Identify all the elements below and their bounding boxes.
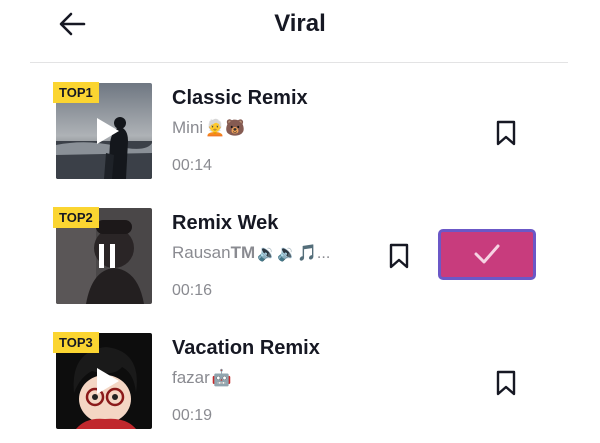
track-title: Classic Remix	[172, 87, 308, 109]
use-sound-button[interactable]	[438, 229, 536, 280]
track-duration: 00:19	[172, 407, 213, 424]
pause-icon[interactable]	[93, 241, 121, 271]
bookmark-icon[interactable]	[495, 370, 517, 396]
rank-badge: TOP3	[53, 332, 99, 353]
track-title: Remix Wek	[172, 212, 279, 234]
rank-badge: TOP2	[53, 207, 99, 228]
header-divider	[30, 62, 568, 63]
track-artist: Mini 🧑‍🦳🐻	[172, 118, 245, 138]
page-title: Viral	[274, 10, 326, 37]
track-row[interactable]: TOP1 Classic Remix Mini 🧑‍🦳🐻 00:14	[0, 82, 600, 193]
artist-emoji: 🔉🔉🎵...	[257, 245, 331, 262]
track-artist: fazar 🤖	[172, 368, 232, 388]
rank-badge: TOP1	[53, 82, 99, 103]
track-title: Vacation Remix	[172, 337, 320, 359]
artist-name: Rausan	[172, 243, 231, 262]
play-icon[interactable]	[93, 366, 121, 396]
track-duration: 00:14	[172, 157, 213, 174]
artist-emoji: 🧑‍🦳🐻	[205, 120, 246, 137]
track-artist: RausanTM 🔉🔉🎵...	[172, 243, 330, 263]
track-duration: 00:16	[172, 282, 213, 299]
artist-name: fazar	[172, 368, 210, 387]
checkmark-icon	[474, 244, 500, 264]
track-row[interactable]: TOP3 Vacation Remix fazar 🤖 00:19	[0, 332, 600, 443]
artist-tm: TM	[230, 243, 256, 262]
bookmark-icon[interactable]	[495, 120, 517, 146]
artist-emoji: 🤖	[211, 370, 232, 387]
bookmark-icon[interactable]	[388, 243, 410, 269]
header-bar: Viral	[0, 0, 600, 62]
artist-name: Mini	[172, 118, 204, 137]
play-icon[interactable]	[93, 116, 121, 146]
